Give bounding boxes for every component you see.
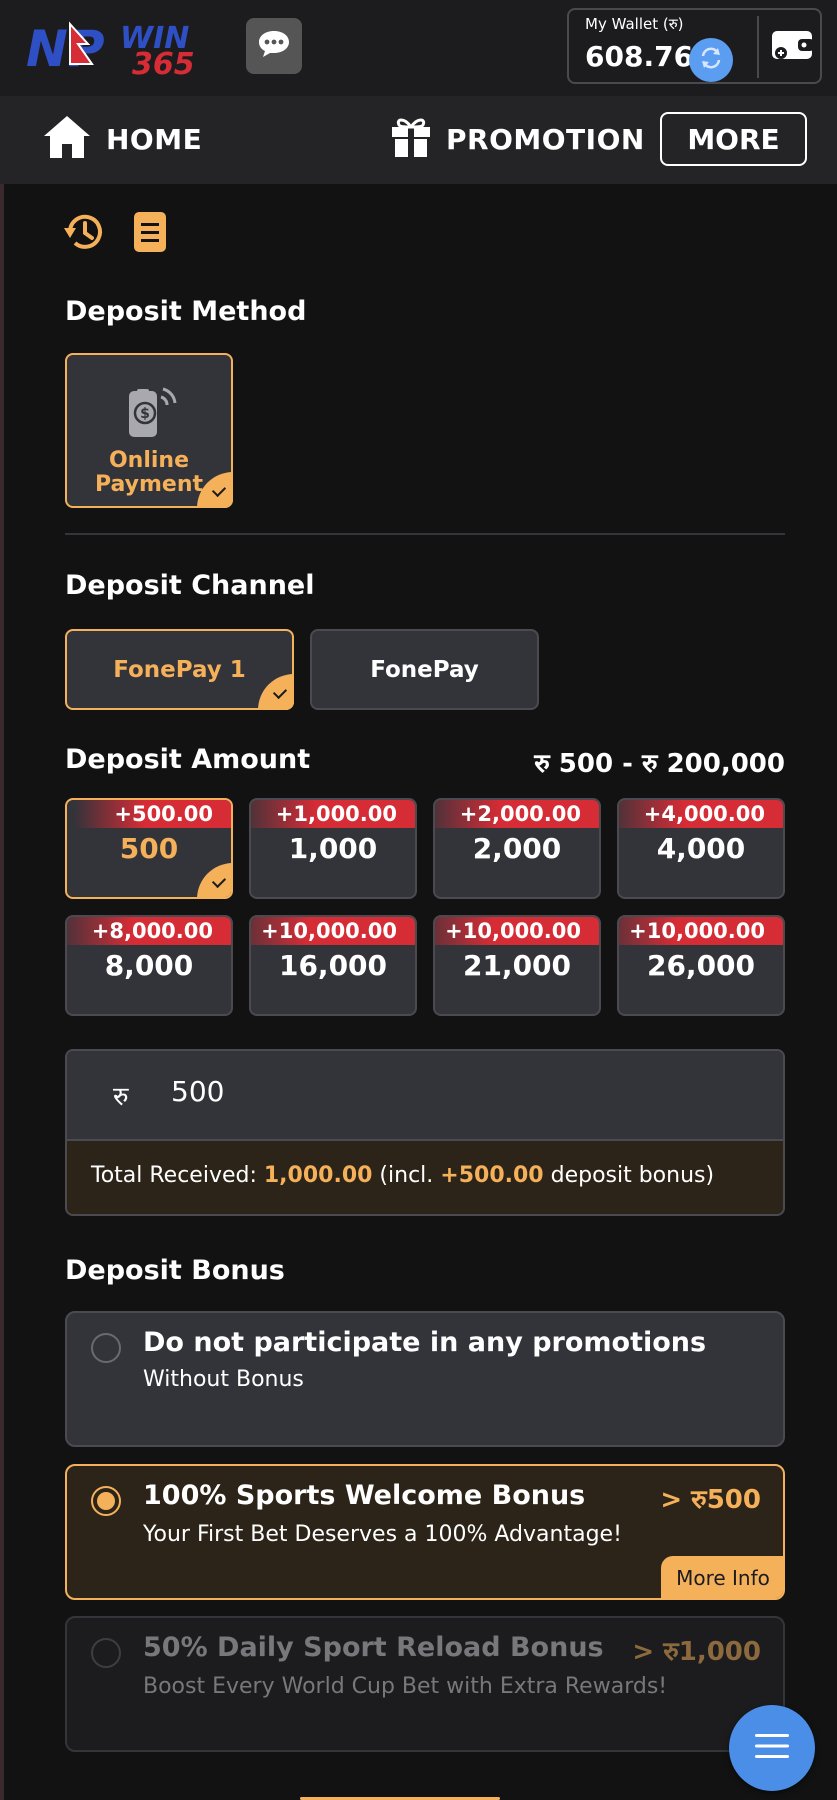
selected-check-icon — [258, 674, 294, 710]
refresh-icon — [698, 45, 724, 75]
channel-label: FonePay 1 — [113, 656, 246, 683]
amount-option-26000[interactable]: +10,000.00 26,000 — [617, 915, 785, 1016]
svg-text:365: 365 — [132, 47, 195, 78]
selected-check-icon — [197, 863, 231, 897]
nav-more-button[interactable]: MORE — [660, 112, 807, 166]
total-received: Total Received: 1,000.00 (incl. +500.00 … — [91, 1163, 715, 1188]
nav-home[interactable]: HOME — [42, 114, 202, 164]
amount-value: 8,000 — [104, 949, 194, 982]
wallet-label: My Wallet (रु) — [585, 15, 684, 33]
nav-promotion[interactable]: PROMOTION — [390, 114, 645, 164]
amount-option-500[interactable]: +500.00 500 — [65, 798, 233, 899]
bonus-option-none[interactable]: Do not participate in any promotions Wit… — [65, 1311, 785, 1447]
main-nav: HOME PROMOTION MORE — [0, 96, 837, 184]
amount-value: 2,000 — [472, 832, 562, 865]
bonus-subtitle: Boost Every World Cup Bet with Extra Rew… — [143, 1674, 668, 1699]
channel-label: FonePay — [370, 656, 479, 683]
deposit-channel-title: Deposit Channel — [65, 570, 315, 601]
radio-button[interactable] — [91, 1333, 121, 1363]
amount-bonus-badge: +1,000.00 — [251, 800, 415, 828]
deposit-amount-range: रु 500 - रु 200,000 — [534, 749, 785, 779]
refresh-balance-button[interactable] — [689, 38, 733, 82]
nav-promotion-label: PROMOTION — [446, 122, 645, 156]
bonus-subtitle: Your First Bet Deserves a 100% Advantage… — [143, 1522, 622, 1547]
bonus-title: Do not participate in any promotions — [143, 1327, 707, 1358]
radio-button[interactable] — [91, 1486, 121, 1516]
more-info-button[interactable]: More Info — [661, 1556, 783, 1598]
chat-button[interactable] — [246, 18, 302, 74]
bonus-minimum: > रु1,000 — [632, 1637, 761, 1667]
svg-text:NP: NP — [26, 20, 105, 78]
logo[interactable]: NP WIN 365 — [26, 14, 226, 82]
floating-menu-button[interactable] — [729, 1705, 815, 1791]
wallet-panel: My Wallet (रु) 608.76 — [567, 8, 822, 84]
currency-symbol: रु — [113, 1082, 129, 1112]
amount-value: 4,000 — [656, 832, 746, 865]
records-icon[interactable] — [132, 210, 168, 258]
svg-text:$: $ — [140, 406, 150, 422]
home-icon — [42, 114, 92, 164]
section-divider — [65, 533, 785, 535]
amount-option-21000[interactable]: +10,000.00 21,000 — [433, 915, 601, 1016]
bonus-option-daily-reload: 50% Daily Sport Reload Bonus > रु1,000 B… — [65, 1616, 785, 1752]
deposit-amount-input-box: रु Total Received: 1,000.00 (incl. +500.… — [65, 1049, 785, 1216]
chat-icon — [257, 29, 291, 63]
wallet-balance: 608.76 — [585, 40, 694, 73]
amount-value: 21,000 — [462, 949, 572, 982]
bonus-subtitle: Without Bonus — [143, 1367, 304, 1392]
mobile-payment-icon: $ — [121, 385, 177, 445]
amount-bonus-badge: +4,000.00 — [619, 800, 783, 828]
deposit-bonus-title: Deposit Bonus — [65, 1255, 285, 1286]
amount-option-8000[interactable]: +8,000.00 8,000 — [65, 915, 233, 1016]
bonus-option-sports-welcome[interactable]: 100% Sports Welcome Bonus > रु500 Your F… — [65, 1464, 785, 1600]
deposit-amount-title: Deposit Amount — [65, 744, 311, 775]
wallet-icon — [770, 27, 814, 67]
bonus-title: 50% Daily Sport Reload Bonus — [143, 1632, 604, 1663]
amount-value: 26,000 — [646, 949, 756, 982]
method-online-payment[interactable]: $ Online Payment — [65, 353, 233, 508]
radio-button — [91, 1638, 121, 1668]
amount-input-row: रु — [67, 1051, 783, 1141]
amount-bonus-badge: +10,000.00 — [435, 917, 599, 945]
gift-icon — [390, 115, 432, 163]
amount-input[interactable] — [171, 1075, 671, 1108]
amount-bonus-badge: +8,000.00 — [67, 917, 231, 945]
amount-option-4000[interactable]: +4,000.00 4,000 — [617, 798, 785, 899]
wallet-deposit-button[interactable] — [767, 22, 817, 72]
frame-edge — [0, 0, 4, 1800]
amount-bonus-badge: +10,000.00 — [251, 917, 415, 945]
amount-value: 500 — [119, 832, 179, 865]
nav-home-label: HOME — [106, 122, 203, 156]
bonus-minimum: > रु500 — [660, 1485, 761, 1515]
history-icon[interactable] — [62, 210, 106, 258]
amount-option-16000[interactable]: +10,000.00 16,000 — [249, 915, 417, 1016]
amount-option-1000[interactable]: +1,000.00 1,000 — [249, 798, 417, 899]
amount-option-2000[interactable]: +2,000.00 2,000 — [433, 798, 601, 899]
bonus-title: 100% Sports Welcome Bonus — [143, 1480, 586, 1511]
amount-bonus-badge: +10,000.00 — [619, 917, 783, 945]
amount-value: 1,000 — [288, 832, 378, 865]
amount-value: 16,000 — [278, 949, 388, 982]
deposit-method-title: Deposit Method — [65, 296, 307, 327]
amount-bonus-badge: +500.00 — [74, 800, 231, 828]
channel-fonepay[interactable]: FonePay — [310, 629, 539, 710]
menu-icon — [753, 1731, 791, 1765]
channel-fonepay-1[interactable]: FonePay 1 — [65, 629, 294, 710]
deposit-tools — [62, 210, 168, 258]
wallet-divider — [757, 16, 759, 78]
amount-bonus-badge: +2,000.00 — [435, 800, 599, 828]
header: NP WIN 365 My Wallet (रु) 608.76 — [0, 0, 837, 96]
